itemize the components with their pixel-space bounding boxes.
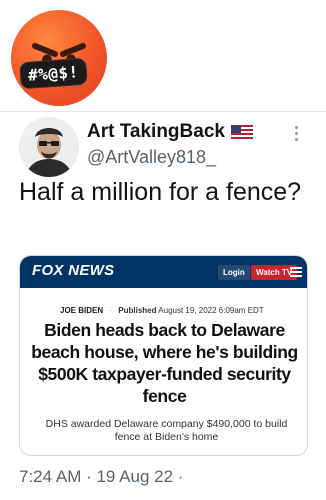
censored-symbols-badge: #%@$! <box>19 57 88 90</box>
article-headline[interactable]: Biden heads back to Delaware beach house… <box>26 319 303 407</box>
login-button[interactable]: Login <box>218 265 250 280</box>
author-handle[interactable]: @ArtValley818_ <box>87 147 216 168</box>
fox-news-logo: FOX NEWS <box>32 262 115 279</box>
tweet-text: Half a million for a fence? <box>19 178 302 206</box>
byline-separator: · <box>109 306 113 315</box>
article-subhead: DHS awarded Delaware company $490,000 to… <box>45 418 288 443</box>
angry-face-emoji-icon <box>11 10 107 106</box>
article-card[interactable]: FOX NEWS Login Watch TV JOE BIDEN · Publ… <box>19 255 308 456</box>
divider <box>0 111 326 112</box>
published-label: Published <box>118 306 157 315</box>
article-byline: JOE BIDEN · Published August 19, 2022 6:… <box>60 306 264 315</box>
hamburger-menu-icon[interactable] <box>290 267 302 277</box>
published-date: August 19, 2022 6:09am EDT <box>158 306 264 315</box>
us-flag-icon <box>230 125 253 139</box>
avatar[interactable] <box>19 117 79 177</box>
more-options-icon[interactable] <box>295 126 301 144</box>
tweet-timestamp[interactable]: 7:24 AM · 19 Aug 22 · <box>19 467 183 487</box>
site-header-bar: FOX NEWS Login Watch TV <box>20 256 307 288</box>
author-name[interactable]: Art TakingBack <box>87 121 225 143</box>
article-author[interactable]: JOE BIDEN <box>60 306 103 315</box>
author-row: Art TakingBack <box>87 121 253 143</box>
